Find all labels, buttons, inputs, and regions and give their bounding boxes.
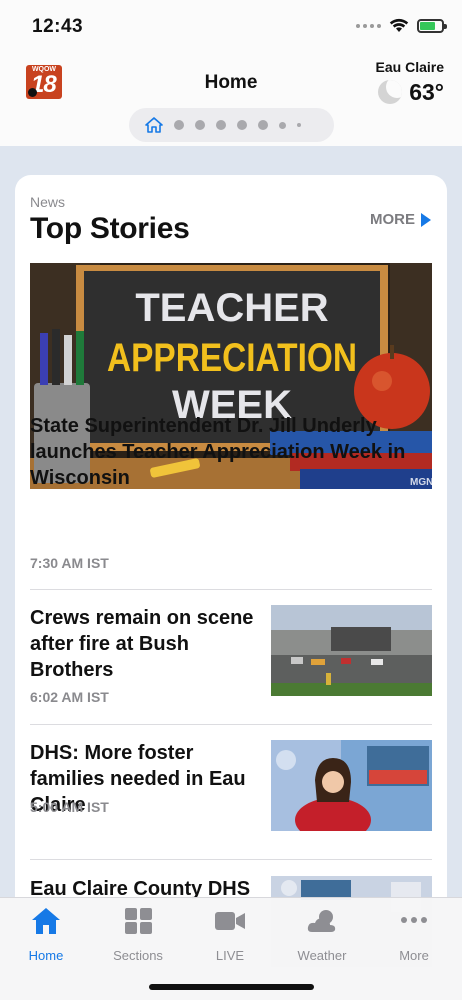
story-time: 6:02 AM IST — [30, 689, 109, 705]
more-link[interactable]: MORE — [370, 211, 431, 228]
news-anchor-image — [271, 740, 432, 831]
status-bar: 12:43 — [0, 0, 462, 56]
hero-story-time: 7:30 AM IST — [30, 555, 109, 571]
section-kicker: News — [30, 194, 66, 210]
status-time: 12:43 — [32, 16, 84, 37]
tab-label: More — [399, 948, 429, 963]
pager-dot[interactable] — [258, 120, 268, 130]
weather-widget[interactable]: Eau Claire 63° — [364, 58, 444, 114]
pager-dot[interactable] — [216, 120, 226, 130]
tab-label: Home — [28, 948, 64, 963]
hero-image-text-1: TEACHER — [135, 286, 328, 330]
top-stories-card: News Top Stories MORE TEACHER APPRECIATI… — [15, 175, 447, 967]
cloud-sun-icon — [307, 910, 336, 932]
home-icon[interactable] — [145, 117, 163, 133]
story-title[interactable]: Crews remain on scene after fire at Bush… — [30, 605, 255, 683]
home-indicator[interactable] — [149, 984, 314, 990]
moon-cloud-icon — [378, 80, 402, 104]
wifi-icon — [389, 18, 409, 32]
pager-dot[interactable] — [237, 120, 247, 130]
tab-label: LIVE — [215, 948, 245, 963]
app-header: WQOW 18 Home Eau Claire 63° — [0, 56, 462, 146]
cellular-signal-icon — [356, 23, 381, 28]
divider — [30, 724, 432, 725]
pager-dot[interactable] — [297, 123, 301, 127]
pager-dot[interactable] — [174, 120, 184, 130]
tab-label: Weather — [297, 948, 347, 963]
section-pager[interactable] — [129, 108, 334, 142]
story-thumbnail[interactable] — [271, 740, 432, 831]
tab-more[interactable]: More — [368, 906, 460, 966]
tab-live[interactable]: LIVE — [184, 906, 276, 966]
tab-sections[interactable]: Sections — [92, 906, 184, 966]
divider — [30, 589, 432, 590]
battery-icon — [417, 18, 447, 33]
grid-icon — [125, 908, 152, 934]
hero-story-title[interactable]: State Superintendent Dr. Jill Underly la… — [30, 413, 440, 491]
story-time: 5:00 AM IST — [30, 799, 109, 815]
fire-scene-image — [271, 605, 432, 696]
tab-weather[interactable]: Weather — [276, 906, 368, 966]
pager-dot[interactable] — [195, 120, 205, 130]
play-arrow-icon — [421, 212, 431, 227]
status-icons — [356, 18, 447, 33]
more-label: MORE — [370, 211, 415, 228]
weather-temperature: 63° — [409, 79, 444, 105]
weather-city: Eau Claire — [375, 59, 444, 75]
tab-label: Sections — [113, 948, 163, 963]
ellipsis-icon — [401, 917, 427, 923]
video-camera-icon — [215, 912, 245, 930]
divider — [30, 859, 432, 860]
list-item[interactable]: DHS: More foster families needed in Eau … — [30, 740, 432, 850]
list-item[interactable]: Crews remain on scene after fire at Bush… — [30, 605, 432, 715]
tab-home[interactable]: Home — [0, 906, 92, 966]
pager-dot[interactable] — [279, 121, 286, 129]
section-title: Top Stories — [30, 212, 190, 245]
home-icon — [32, 908, 60, 934]
story-thumbnail[interactable] — [271, 605, 432, 696]
hero-image-text-2: APPRECIATION — [107, 336, 357, 380]
